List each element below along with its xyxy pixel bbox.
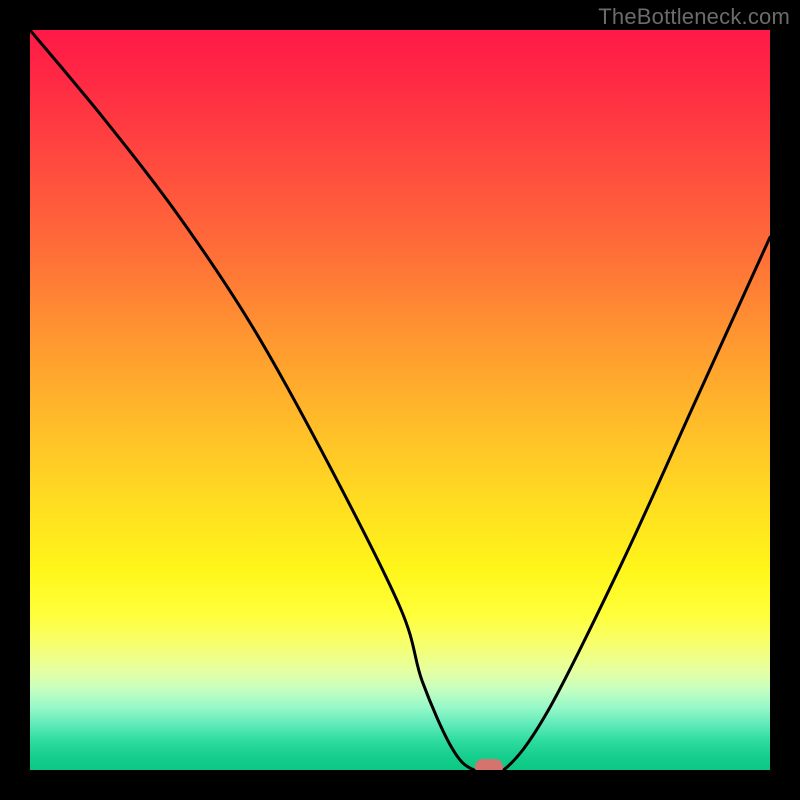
bottleneck-curve bbox=[30, 30, 770, 770]
plot-area bbox=[30, 30, 770, 770]
chart-frame: TheBottleneck.com bbox=[0, 0, 800, 800]
optimal-marker bbox=[475, 759, 503, 770]
watermark-text: TheBottleneck.com bbox=[598, 4, 790, 30]
